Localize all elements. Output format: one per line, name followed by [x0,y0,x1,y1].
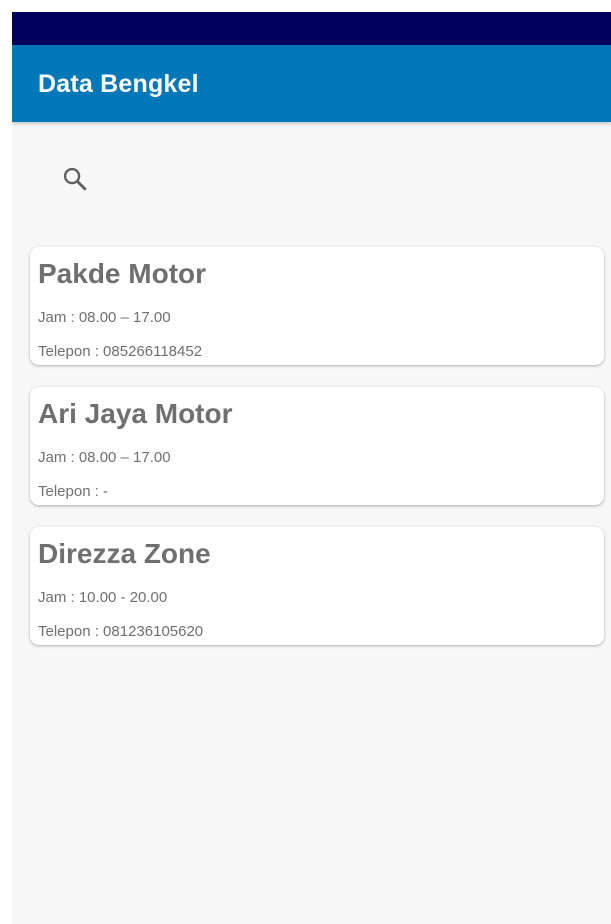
workshop-phone: Telepon : - [38,483,109,500]
app-screen: Data Bengkel Pakde Motor Jam : 08.00 – 1… [12,12,611,924]
workshop-phone: Telepon : 081236105620 [38,623,204,640]
workshop-name: Direzza Zone [38,538,211,569]
workshop-name: Ari Jaya Motor [38,398,233,429]
workshop-card[interactable]: Pakde Motor Jam : 08.00 – 17.00 Telepon … [30,247,604,365]
app-bar: Data Bengkel [12,45,611,122]
workshop-card[interactable]: Direzza Zone Jam : 10.00 - 20.00 Telepon… [30,527,604,645]
status-bar [12,12,611,45]
workshop-card[interactable]: Ari Jaya Motor Jam : 08.00 – 17.00 Telep… [30,387,604,505]
page-title: Data Bengkel [38,70,199,98]
workshop-phone: Telepon : 085266118452 [38,343,203,360]
search-button[interactable] [58,162,92,196]
workshop-list: Pakde Motor Jam : 08.00 – 17.00 Telepon … [30,247,604,667]
workshop-hours: Jam : 08.00 – 17.00 [38,309,171,326]
workshop-hours: Jam : 08.00 – 17.00 [38,449,171,466]
search-icon [63,167,87,191]
workshop-hours: Jam : 10.00 - 20.00 [38,589,168,606]
workshop-name: Pakde Motor [38,258,207,289]
